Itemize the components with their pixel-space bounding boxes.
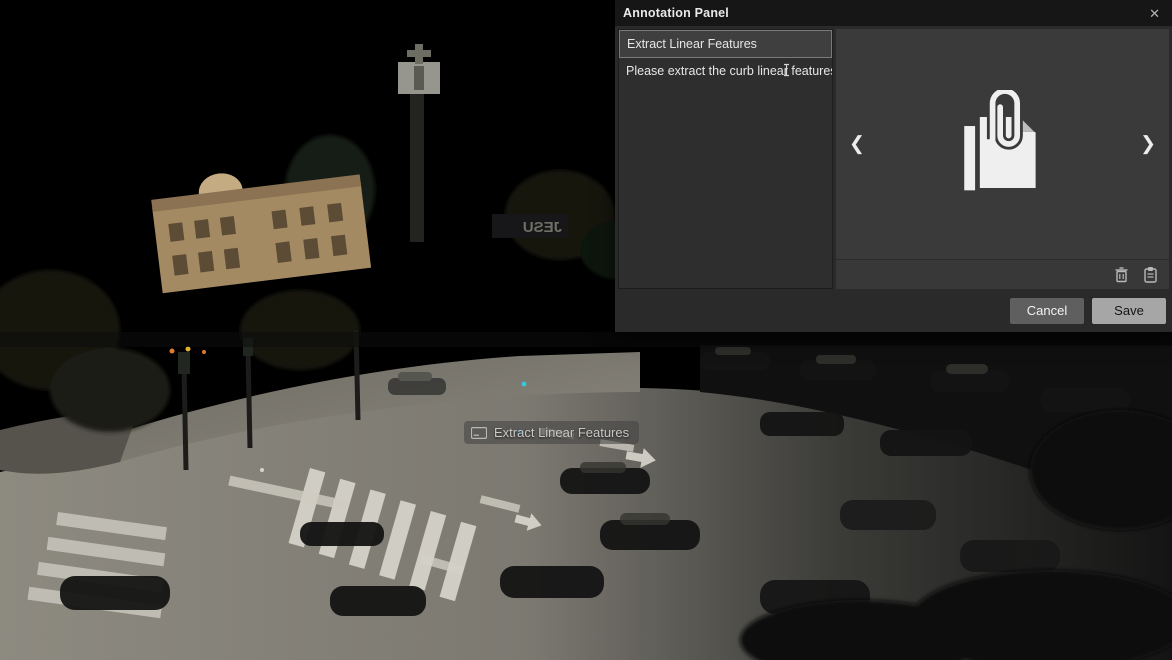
attachment-toolbar bbox=[836, 259, 1169, 289]
scene-annotation-text: Extract Linear Features bbox=[494, 425, 629, 440]
annotation-description-field[interactable]: Please extract the curb linear features bbox=[619, 58, 832, 84]
viewport-hud-band bbox=[0, 332, 1172, 347]
annotation-description-text: Please extract the curb linear features bbox=[626, 64, 832, 78]
attachment-preview-area[interactable]: ❮ ❯ bbox=[836, 29, 1169, 259]
previous-attachment-icon[interactable]: ❮ bbox=[844, 129, 870, 160]
ibeam-cursor bbox=[783, 63, 790, 77]
street-sign: JESU bbox=[492, 214, 568, 238]
attachment-document-icon bbox=[951, 90, 1055, 198]
dialog-title: Annotation Panel bbox=[623, 6, 729, 20]
dialog-body: Extract Linear Features Please extract t… bbox=[615, 26, 1172, 289]
svg-text:JESU: JESU bbox=[523, 219, 562, 236]
close-icon[interactable]: ✕ bbox=[1145, 5, 1164, 22]
annotation-card-icon bbox=[471, 427, 487, 439]
annotation-title-text: Extract Linear Features bbox=[627, 37, 757, 51]
cancel-button[interactable]: Cancel bbox=[1010, 298, 1084, 324]
paste-clipboard-icon[interactable] bbox=[1142, 266, 1159, 283]
annotation-panel-dialog: Annotation Panel ✕ Extract Linear Featur… bbox=[615, 0, 1172, 332]
dialog-titlebar: Annotation Panel ✕ bbox=[615, 0, 1172, 26]
attachment-viewer: ❮ ❯ bbox=[836, 29, 1169, 289]
annotation-title-field[interactable]: Extract Linear Features bbox=[619, 30, 832, 58]
save-button[interactable]: Save bbox=[1092, 298, 1166, 324]
annotation-fields-list: Extract Linear Features Please extract t… bbox=[618, 29, 833, 289]
dialog-footer: Cancel Save bbox=[615, 289, 1172, 332]
next-attachment-icon[interactable]: ❯ bbox=[1135, 129, 1161, 160]
app-window: JESU bbox=[0, 0, 1172, 660]
delete-attachment-icon[interactable] bbox=[1113, 266, 1130, 283]
scene-annotation-label[interactable]: Extract Linear Features bbox=[464, 421, 639, 444]
